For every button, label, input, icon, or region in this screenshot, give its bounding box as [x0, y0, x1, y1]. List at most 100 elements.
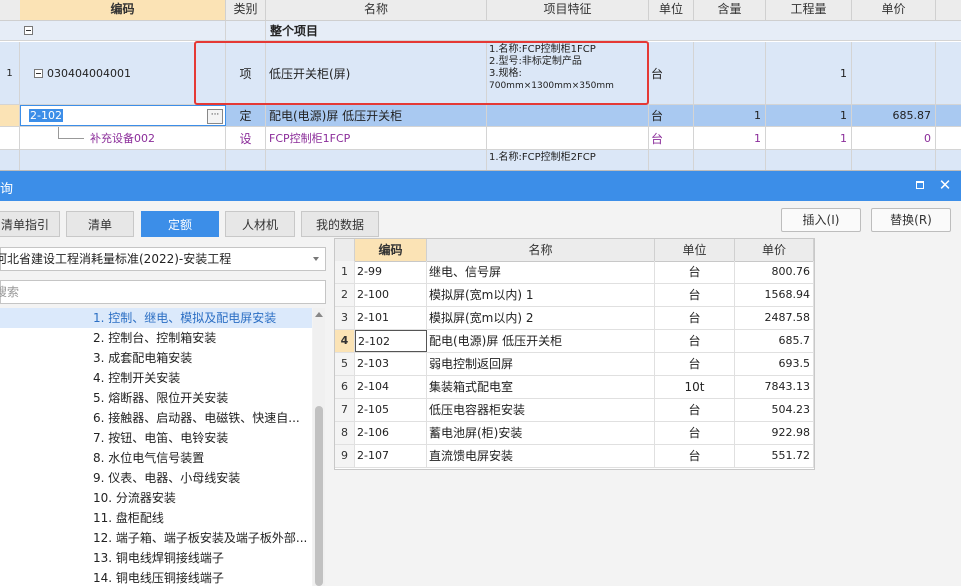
- item-price: 0: [852, 127, 936, 149]
- tab-list-guide[interactable]: 清单指引: [0, 211, 60, 237]
- row-number: 1: [335, 261, 355, 283]
- col-header-name[interactable]: 名称: [266, 0, 487, 20]
- replace-button[interactable]: 替换(R): [871, 208, 951, 232]
- table-row[interactable]: 1.名称:FCP控制柜2FCP: [0, 150, 961, 170]
- close-icon[interactable]: ✕: [937, 177, 953, 193]
- item-code: 补充设备002: [90, 132, 155, 145]
- quota-price: 504.23: [735, 399, 814, 421]
- quota-unit: 台: [655, 307, 735, 329]
- col-header-price[interactable]: 单价: [852, 0, 936, 20]
- quota-name: 继电、信号屏: [427, 261, 655, 283]
- tab-my-data[interactable]: 我的数据: [301, 211, 379, 237]
- maximize-icon[interactable]: [912, 177, 928, 193]
- library-select[interactable]: 河北省建设工程消耗量标准(2022)-安装工程: [0, 247, 326, 271]
- quota-name: 蓄电池屏(柜)安装: [427, 422, 655, 444]
- tree-item[interactable]: 4. 控制开关安装: [0, 368, 312, 388]
- table-row[interactable]: 3 2-101 模拟屏(宽m以内) 2 台 2487.58: [335, 307, 814, 330]
- quota-name: 模拟屏(宽m以内) 1: [427, 284, 655, 306]
- table-row[interactable]: 6 2-104 集装箱式配电室 10t 7843.13: [335, 376, 814, 399]
- tab-labor-material[interactable]: 人材机: [225, 211, 295, 237]
- item-unit: 台: [649, 127, 694, 149]
- col-header-code[interactable]: 编码: [20, 0, 226, 20]
- table-row[interactable]: 2 2-100 模拟屏(宽m以内) 1 台 1568.94: [335, 284, 814, 307]
- dialog-titlebar[interactable]: 询 ✕: [0, 171, 961, 201]
- tree-item[interactable]: 1. 控制、继电、模拟及配电屏安装: [0, 308, 312, 328]
- quota-table: 编码 名称 单位 单价 1 2-99 继电、信号屏台 800.76 2 2-100 模拟屏(…: [334, 238, 815, 470]
- item-features: 1.名称:FCP控制柜2FCP: [487, 150, 649, 170]
- tree-item[interactable]: 7. 按钮、电笛、电铃安装: [0, 428, 312, 448]
- col-header-qty[interactable]: 含量: [694, 0, 766, 20]
- tree-scrollbar[interactable]: [313, 308, 325, 586]
- tree-item[interactable]: 12. 端子箱、端子板安装及端子板外部...: [0, 528, 312, 548]
- tree-item[interactable]: 9. 仪表、电器、小母线安装: [0, 468, 312, 488]
- quota-name: 弱电控制返回屏: [427, 353, 655, 375]
- item-code: 030404004001: [47, 66, 131, 80]
- tree-item[interactable]: 14. 铜电线压铜接线端子: [0, 568, 312, 586]
- code-edit-input[interactable]: 2-102: [29, 109, 63, 122]
- quota-unit: 台: [655, 284, 735, 306]
- item-price: [852, 42, 936, 104]
- search-input[interactable]: 搜索: [0, 280, 326, 304]
- col-header-unit[interactable]: 单位: [655, 239, 735, 261]
- quota-unit: 台: [655, 261, 735, 283]
- col-header-price[interactable]: 单价: [735, 239, 814, 261]
- quota-code: 2-104: [355, 376, 427, 398]
- table-row[interactable]: 7 2-105 低压电容器柜安装台 504.23: [335, 399, 814, 422]
- item-amount: 1: [766, 127, 852, 149]
- table-row[interactable]: 8 2-106 蓄电池屏(柜)安装台 922.98: [335, 422, 814, 445]
- quota-price: 551.72: [735, 445, 814, 467]
- row-number: 6: [335, 376, 355, 398]
- row-number: 7: [335, 399, 355, 421]
- quota-name: 配电(电源)屏 低压开关柜: [427, 330, 655, 352]
- group-row[interactable]: 整个项目: [0, 21, 961, 41]
- col-header-amount[interactable]: 工程量: [766, 0, 852, 20]
- edit-button[interactable]: ···: [207, 109, 223, 124]
- tab-list[interactable]: 清单: [66, 211, 134, 237]
- quota-unit: 台: [655, 422, 735, 444]
- quota-price: 693.5: [735, 353, 814, 375]
- table-row[interactable]: 9 2-107 直流馈电屏安装台 551.72: [335, 445, 814, 468]
- collapse-icon[interactable]: [34, 68, 43, 78]
- col-header-features[interactable]: 项目特征: [487, 0, 649, 20]
- item-amount: 1: [766, 105, 852, 126]
- quota-price: 2487.58: [735, 307, 814, 329]
- collapse-icon[interactable]: [24, 26, 33, 35]
- quota-unit: 台: [655, 353, 735, 375]
- table-row[interactable]: 4 2-102 配电(电源)屏 低压开关柜台 685.7: [335, 330, 814, 353]
- quota-unit: 台: [655, 399, 735, 421]
- item-unit: 台: [649, 105, 694, 126]
- quota-unit: 台: [655, 330, 735, 352]
- table-row[interactable]: 5 2-103 弱电控制返回屏台 693.5: [335, 353, 814, 376]
- scroll-thumb[interactable]: [315, 406, 323, 586]
- insert-button[interactable]: 插入(I): [781, 208, 861, 232]
- scroll-up-icon[interactable]: [315, 312, 323, 317]
- tree-item[interactable]: 3. 成套配电箱安装: [0, 348, 312, 368]
- table-row-selected[interactable]: 2-102 ··· 定 配电(电源)屏 低压开关柜 台 1 1 685.87: [0, 105, 961, 127]
- col-header-code[interactable]: 编码: [355, 239, 427, 261]
- col-header-unit[interactable]: 单位: [649, 0, 694, 20]
- item-qty: 1: [694, 105, 766, 126]
- quota-unit: 10t: [655, 376, 735, 398]
- tree-line: [58, 138, 84, 139]
- table-row[interactable]: 1 2-99 继电、信号屏台 800.76: [335, 261, 814, 284]
- row-number: 8: [335, 422, 355, 444]
- item-name: 配电(电源)屏 低压开关柜: [266, 105, 487, 126]
- search-placeholder: 搜索: [0, 285, 20, 299]
- tree-item[interactable]: 8. 水位电气信号装置: [0, 448, 312, 468]
- quota-price: 922.98: [735, 422, 814, 444]
- col-header-name[interactable]: 名称: [427, 239, 655, 261]
- quota-name: 低压电容器柜安装: [427, 399, 655, 421]
- tree-item[interactable]: 5. 熔断器、限位开关安装: [0, 388, 312, 408]
- tree-item[interactable]: 2. 控制台、控制箱安装: [0, 328, 312, 348]
- row-number: 4: [335, 330, 355, 352]
- tab-quota[interactable]: 定额: [141, 211, 219, 237]
- tree-item[interactable]: 10. 分流器安装: [0, 488, 312, 508]
- tree-item[interactable]: 13. 铜电线焊铜接线端子: [0, 548, 312, 568]
- quota-name: 模拟屏(宽m以内) 2: [427, 307, 655, 329]
- library-select-value: 河北省建设工程消耗量标准(2022)-安装工程: [0, 252, 232, 266]
- table-row[interactable]: 补充设备002 设 FCP控制柜1FCP 台 1 1 0: [0, 127, 961, 150]
- tree-item[interactable]: 6. 接触器、启动器、电磁铁、快速自...: [0, 408, 312, 428]
- col-header-type[interactable]: 类别: [226, 0, 266, 20]
- tree-item[interactable]: 11. 盘柜配线: [0, 508, 312, 528]
- dialog-title: 询: [0, 182, 14, 197]
